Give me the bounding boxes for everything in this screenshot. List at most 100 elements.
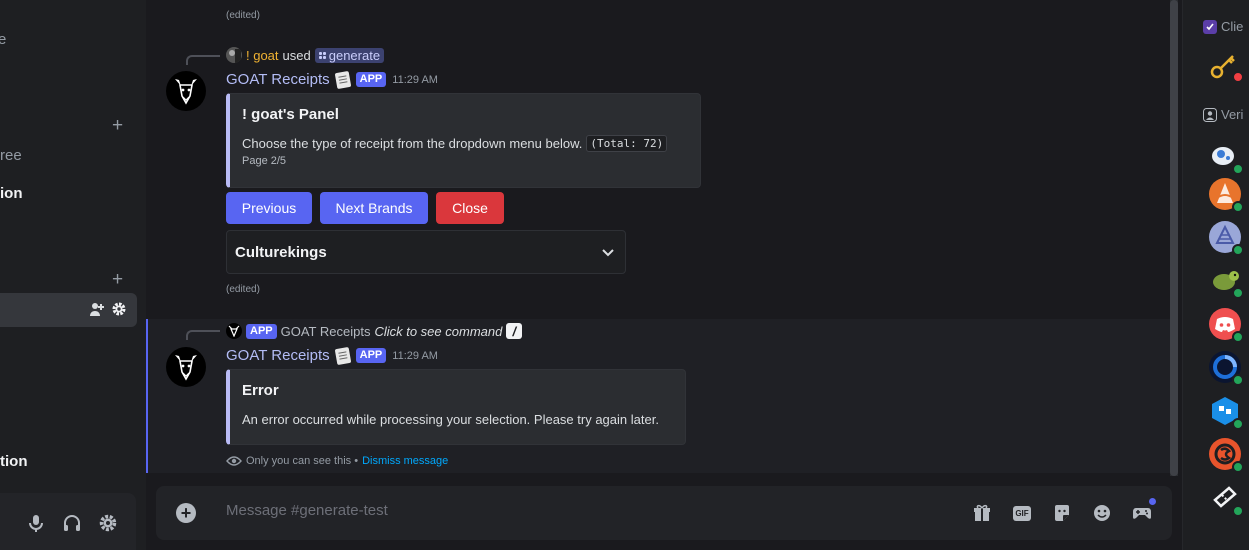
message-header: GOAT Receipts APP 11:29 AM: [226, 346, 438, 365]
add-channel-plus-icon[interactable]: +: [112, 270, 123, 289]
embed-description-text: Choose the type of receipt from the drop…: [242, 136, 583, 151]
reply-used-label: used: [282, 47, 311, 63]
timestamp: 11:29 AM: [392, 349, 438, 362]
embed-description-text: An error occurred while processing your …: [242, 412, 659, 427]
member-avatar[interactable]: [1209, 351, 1244, 386]
error-embed: Error An error occurred while processing…: [226, 369, 686, 445]
category-fragment[interactable]: ion: [0, 185, 23, 202]
command-reply-context[interactable]: ! goat used generate: [226, 47, 385, 63]
goat-logo-icon: [175, 79, 197, 105]
role-header-text: Veri: [1221, 107, 1244, 122]
receipt-icon: [334, 70, 351, 89]
online-status-icon: [1232, 374, 1244, 386]
role-header-verified: Veri: [1203, 107, 1243, 122]
invite-members-icon[interactable]: [89, 301, 105, 317]
online-status-icon: [1232, 461, 1244, 473]
message-input[interactable]: [226, 502, 926, 519]
slash-command-icon: /: [506, 323, 523, 339]
user-panel: [0, 493, 136, 550]
app-badge: APP: [355, 72, 387, 87]
gif-icon[interactable]: GIF: [1010, 502, 1034, 524]
member-avatar[interactable]: [1209, 140, 1244, 175]
embed-description: An error occurred while processing your …: [242, 412, 659, 427]
notification-dot: [1149, 498, 1156, 505]
category-fragment[interactable]: tion: [0, 453, 28, 470]
edited-label: (edited): [226, 284, 260, 295]
reply-connector: [186, 55, 220, 65]
chat-area: (edited) ! goat used generate GOAT Recei…: [146, 0, 1182, 550]
edited-label: (edited): [226, 10, 260, 21]
user-settings-gear-icon[interactable]: [98, 513, 118, 533]
online-status-icon: [1232, 331, 1244, 343]
bot-avatar[interactable]: [166, 71, 206, 111]
member-avatar[interactable]: [1209, 308, 1244, 343]
ephemeral-text: Only you can see this •: [246, 455, 359, 467]
microphone-icon[interactable]: [26, 513, 46, 533]
eye-icon: [226, 456, 242, 466]
scrollbar-thumb[interactable]: [1170, 0, 1178, 476]
upload-plus-icon[interactable]: +: [176, 503, 196, 523]
command-reply-context[interactable]: APP GOAT Receipts Click to see command /: [226, 323, 523, 339]
member-avatar[interactable]: [1209, 395, 1244, 430]
online-status-icon: [1232, 505, 1244, 517]
sticker-icon[interactable]: [1050, 502, 1074, 524]
click-to-see-command[interactable]: Click to see command: [374, 324, 502, 339]
member-avatar[interactable]: [1209, 482, 1244, 517]
online-status-icon: [1232, 201, 1244, 213]
channel-fragment[interactable]: ree: [0, 147, 22, 164]
command-name: generate: [328, 47, 381, 63]
app-badge: APP: [246, 323, 277, 339]
embed-page-footer: Page 2/5: [242, 155, 287, 167]
embed-description: Choose the type of receipt from the drop…: [242, 135, 668, 152]
headphones-icon[interactable]: [62, 513, 82, 533]
member-avatar[interactable]: [1209, 48, 1244, 83]
reply-bot-name[interactable]: GOAT Receipts: [281, 324, 371, 339]
dnd-status-icon: [1232, 71, 1244, 83]
online-status-icon: [1232, 163, 1244, 175]
goat-logo-icon: [175, 355, 197, 381]
selected-brand: Culturekings: [235, 244, 327, 261]
receipt-icon: [334, 346, 351, 365]
message-composer: + GIF: [156, 486, 1172, 540]
ephemeral-notice: Only you can see this • Dismiss message: [226, 454, 448, 468]
member-list: Clie Veri: [1182, 0, 1249, 550]
slash-command-chip[interactable]: generate: [314, 47, 385, 63]
message-header: GOAT Receipts APP 11:29 AM: [226, 70, 438, 89]
timestamp: 11:29 AM: [392, 73, 438, 86]
panel-embed: ! goat's Panel Choose the type of receip…: [226, 93, 701, 188]
embed-title: ! goat's Panel: [242, 106, 339, 123]
online-status-icon: [1232, 244, 1244, 256]
role-icon: [1203, 19, 1217, 34]
role-header-clients: Clie: [1203, 19, 1243, 34]
member-avatar[interactable]: [1209, 178, 1244, 213]
brand-select-dropdown[interactable]: Culturekings: [226, 230, 626, 274]
gif-label: GIF: [1013, 505, 1031, 521]
reply-connector: [186, 330, 220, 340]
member-avatar[interactable]: [1209, 438, 1244, 473]
reply-username[interactable]: ! goat: [246, 48, 279, 63]
emoji-icon[interactable]: [1090, 502, 1114, 524]
channel-sidebar: e + ree ion + tion: [0, 0, 146, 550]
user-avatar: [226, 47, 242, 63]
activities-gamepad-icon[interactable]: [1130, 498, 1156, 524]
person-icon: [1203, 107, 1217, 122]
selected-channel[interactable]: [0, 293, 137, 327]
close-button[interactable]: Close: [436, 192, 504, 224]
add-channel-plus-icon[interactable]: +: [112, 116, 123, 135]
author-name[interactable]: GOAT Receipts: [226, 71, 330, 88]
bot-avatar[interactable]: [166, 347, 206, 387]
member-avatar[interactable]: [1209, 264, 1244, 299]
gear-icon[interactable]: [111, 301, 127, 317]
role-header-text: Clie: [1221, 19, 1244, 34]
online-status-icon: [1232, 418, 1244, 430]
gift-icon[interactable]: [970, 502, 994, 524]
dismiss-message-link[interactable]: Dismiss message: [362, 455, 448, 467]
author-name[interactable]: GOAT Receipts: [226, 347, 330, 364]
bot-mini-avatar: [226, 323, 242, 339]
previous-button[interactable]: Previous: [226, 192, 312, 224]
next-brands-button[interactable]: Next Brands: [320, 192, 428, 224]
total-code: (Total: 72): [586, 135, 668, 152]
channel-fragment[interactable]: e: [0, 31, 6, 48]
member-avatar[interactable]: [1209, 221, 1244, 256]
embed-title: Error: [242, 382, 279, 399]
